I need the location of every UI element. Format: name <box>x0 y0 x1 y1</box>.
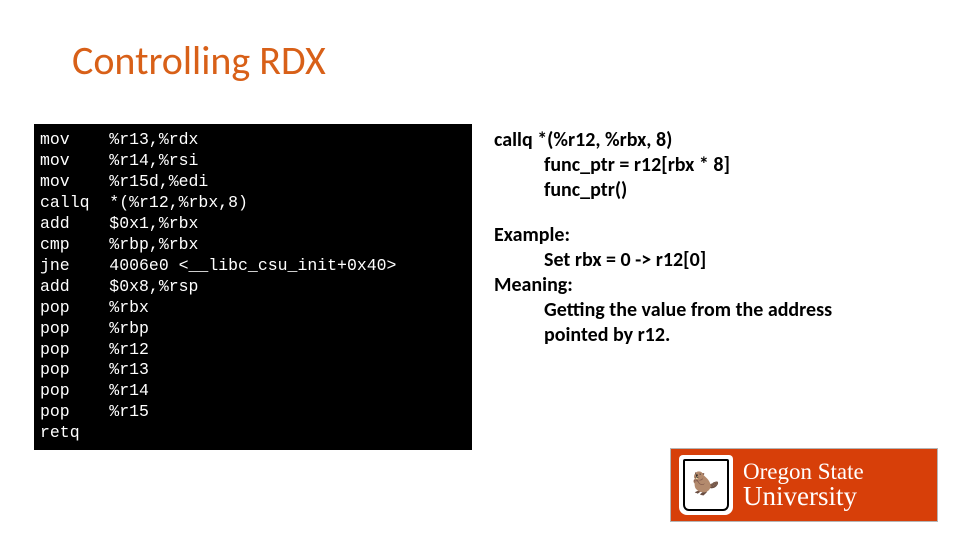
example-body: Set rbx = 0 -> r12[0] <box>494 248 934 273</box>
slide-title: Controlling RDX <box>72 36 326 85</box>
asm-code-block: mov %r13,%rdx mov %r14,%rsi mov %r15d,%e… <box>34 124 472 450</box>
beaver-icon: 🦫 <box>692 470 719 497</box>
osu-logo-line1: Oregon State <box>743 460 864 483</box>
osu-logo-text: Oregon State University <box>743 460 864 510</box>
example-label: Example: <box>494 223 570 247</box>
explain-line3: func_ptr() <box>494 178 934 203</box>
osu-logo-line2: University <box>743 483 864 510</box>
explanation-text: callq *(%r12, %rbx, 8) func_ptr = r12[rb… <box>494 128 934 348</box>
meaning-label: Meaning: <box>494 273 573 297</box>
osu-shield-icon: 🦫 <box>679 455 733 515</box>
osu-logo: 🦫 Oregon State University <box>670 448 938 522</box>
explain-line1: callq *(%r12, %rbx, 8) <box>494 128 672 152</box>
meaning-body2: pointed by r12. <box>494 323 934 348</box>
meaning-body1: Getting the value from the address <box>494 298 934 323</box>
explain-line2: func_ptr = r12[rbx * 8] <box>494 153 934 178</box>
